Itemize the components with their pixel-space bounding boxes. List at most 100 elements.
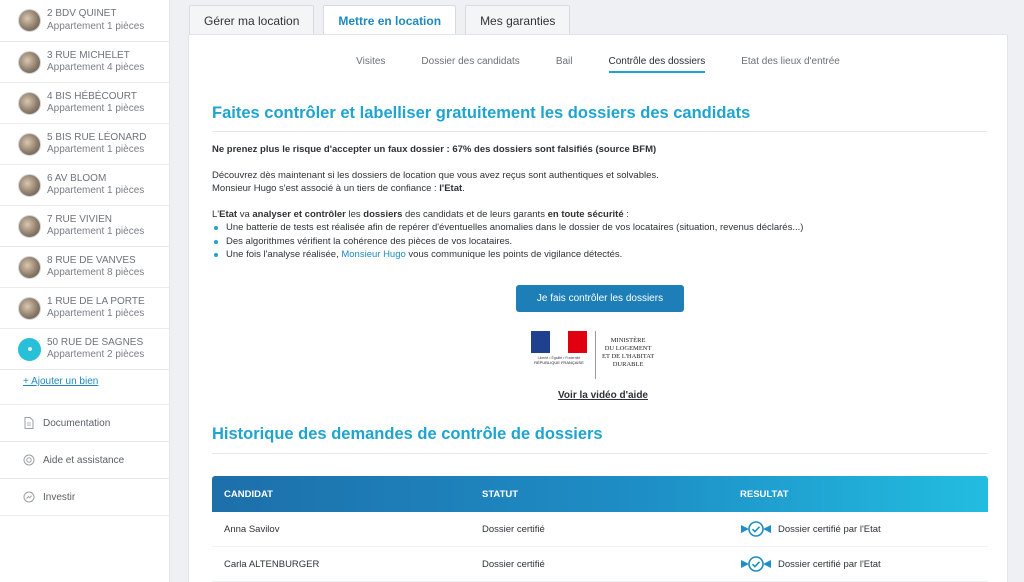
warning-text: Ne prenez plus le risque d'accepter un f… <box>212 144 657 155</box>
property-type: Appartement 8 pièces <box>47 267 145 278</box>
property-name: 5 BIS RUE LÉONARD <box>47 131 147 143</box>
property-type: Appartement 4 pièces <box>47 62 145 73</box>
documentation-link[interactable]: Documentation <box>0 405 169 442</box>
property-item[interactable]: 5 BIS RUE LÉONARD Appartement 1 pièces <box>0 124 169 165</box>
property-avatar <box>18 173 41 197</box>
intro-text: Découvrez dès maintenant si les dossiers… <box>212 169 659 181</box>
property-text: 1 RUE DE LA PORTE Appartement 1 pièces <box>47 296 145 321</box>
property-avatar <box>18 255 41 279</box>
result-cell: Dossier certifié par l'Etat <box>728 521 988 537</box>
title-divider <box>212 131 987 132</box>
property-name: 3 RUE MICHELET <box>47 49 130 61</box>
ministry-logo: Liberté • Égalité • Fraternité RÉPUBLIQU… <box>529 331 674 383</box>
property-text: 4 BIS HÉBÉCOURT Appartement 1 pièces <box>47 91 144 116</box>
property-text: 3 RUE MICHELET Appartement 4 pièces <box>47 50 144 75</box>
etat-text: L'Etat va analyser et contrôler les doss… <box>212 208 629 220</box>
invest-link[interactable]: Investir <box>0 479 169 516</box>
property-name: 50 RUE DE SAGNES <box>47 336 144 348</box>
document-icon <box>23 417 35 429</box>
status-text: Dossier certifié <box>482 558 545 570</box>
subnav-controle-dossiers[interactable]: Contrôle des dossiers <box>608 56 706 73</box>
subnav-etat-des-lieux[interactable]: Etat des lieux d'entrée <box>741 56 840 73</box>
table-row[interactable]: Carla ALTENBURGER Dossier certifié Dossi… <box>212 547 988 582</box>
add-property-link[interactable]: + Ajouter un bien <box>0 370 169 405</box>
main-tabs: Gérer ma location Mettre en location Mes… <box>189 5 579 36</box>
property-name: 4 BIS HÉBÉCOURT <box>47 90 137 102</box>
property-name: 2 BDV QUINET <box>47 8 117 19</box>
history-divider <box>212 453 987 454</box>
table-header: CANDIDAT STATUT RESULTAT <box>212 476 988 512</box>
ministry-name: MINISTÈRE DU LOGEMENT ET DE L'HABITAT DU… <box>602 337 655 368</box>
property-type: Appartement 2 pièces <box>47 349 145 360</box>
table-row[interactable]: Anna Savilov Dossier certifié Dossier ce… <box>212 512 988 547</box>
property-avatar <box>18 296 41 320</box>
property-avatar <box>18 9 41 32</box>
property-type: Appartement 1 pièces <box>47 20 145 32</box>
property-name: 1 RUE DE LA PORTE <box>47 295 145 307</box>
lifebuoy-icon <box>23 454 35 466</box>
description: Ne prenez plus le risque d'accepter un f… <box>212 143 992 262</box>
help-link[interactable]: Aide et assistance <box>0 442 169 479</box>
invest-label: Investir <box>43 491 76 503</box>
help-label: Aide et assistance <box>43 454 125 466</box>
column-header-candidat: CANDIDAT <box>224 488 273 500</box>
candidate-name: Anna Savilov <box>224 523 280 535</box>
property-text: 50 RUE DE SAGNES Appartement 2 pièces <box>47 337 144 362</box>
result-text: Dossier certifié par l'Etat <box>778 558 881 570</box>
result-text: Dossier certifié par l'Etat <box>778 523 881 535</box>
property-item[interactable]: 6 AV BLOOM Appartement 1 pièces <box>0 165 169 206</box>
sub-navigation: Visites Dossier des candidats Bail Contr… <box>189 56 1007 73</box>
property-item[interactable]: 7 RUE VIVIEN Appartement 1 pièces <box>0 206 169 247</box>
property-type: Appartement 1 pièces <box>47 144 145 155</box>
feature-list: Une batterie de tests est réalisée afin … <box>212 221 992 262</box>
main-panel: Visites Dossier des candidats Bail Contr… <box>188 34 1008 582</box>
property-item[interactable]: 3 RUE MICHELET Appartement 4 pièces <box>0 42 169 83</box>
property-avatar <box>18 214 41 238</box>
tab-mettre-en-location[interactable]: Mettre en location <box>323 5 457 36</box>
property-text: 2 BDV QUINET Appartement 1 pièces <box>47 8 144 33</box>
property-avatar <box>18 91 41 115</box>
certified-badge-icon <box>741 521 771 537</box>
candidate-name: Carla ALTENBURGER <box>224 558 320 570</box>
feature-item: Une batterie de tests est réalisée afin … <box>212 221 992 235</box>
property-item[interactable]: 50 RUE DE SAGNES Appartement 2 pièces <box>0 329 169 370</box>
property-text: 7 RUE VIVIEN Appartement 1 pièces <box>47 214 144 239</box>
control-dossiers-button[interactable]: Je fais contrôler les dossiers <box>516 285 684 312</box>
tab-garanties[interactable]: Mes garanties <box>465 5 571 35</box>
property-item[interactable]: 8 RUE DE VANVES Appartement 8 pièces <box>0 247 169 288</box>
history-title: Historique des demandes de contrôle de d… <box>212 425 603 443</box>
certified-badge-icon <box>741 556 771 572</box>
property-type: Appartement 1 pièces <box>47 308 145 319</box>
tab-gerer[interactable]: Gérer ma location <box>189 5 315 35</box>
documentation-label: Documentation <box>43 417 111 429</box>
invest-icon <box>23 491 35 503</box>
marianne-logo: Liberté • Égalité • Fraternité RÉPUBLIQU… <box>529 331 589 379</box>
property-text: 5 BIS RUE LÉONARD Appartement 1 pièces <box>47 132 146 157</box>
feature-item: Une fois l'analyse réalisée, Monsieur Hu… <box>212 248 992 262</box>
column-header-resultat: RESULTAT <box>740 488 789 500</box>
help-video-link[interactable]: Voir la vidéo d'aide <box>558 390 648 401</box>
property-name: 8 RUE DE VANVES <box>47 254 136 266</box>
property-avatar <box>18 337 41 361</box>
property-item[interactable]: 2 BDV QUINET Appartement 1 pièces <box>0 0 169 42</box>
feature-item: Des algorithmes vérifient la cohérence d… <box>212 235 992 249</box>
property-type: Appartement 1 pièces <box>47 103 145 114</box>
subnav-visites[interactable]: Visites <box>356 56 385 73</box>
property-text: 8 RUE DE VANVES Appartement 8 pièces <box>47 255 144 280</box>
property-name: 6 AV BLOOM <box>47 172 107 184</box>
property-item[interactable]: 1 RUE DE LA PORTE Appartement 1 pièces <box>0 288 169 329</box>
status-text: Dossier certifié <box>482 523 545 535</box>
property-type: Appartement 1 pièces <box>47 185 145 196</box>
page-title: Faites contrôler et labelliser gratuitem… <box>212 104 751 122</box>
column-header-statut: STATUT <box>482 488 519 500</box>
property-avatar <box>18 132 41 156</box>
property-list: 2 BDV QUINET Appartement 1 pièces 3 RUE MI… <box>0 0 169 370</box>
trust-text: Monsieur Hugo s'est associé à un tiers d… <box>212 183 465 194</box>
property-avatar <box>18 50 41 74</box>
result-cell: Dossier certifié par l'Etat <box>728 556 988 572</box>
subnav-bail[interactable]: Bail <box>556 56 573 73</box>
property-type: Appartement 1 pièces <box>47 226 145 237</box>
history-table: CANDIDAT STATUT RESULTAT Anna Savilov Do… <box>212 476 988 582</box>
subnav-dossier-candidats[interactable]: Dossier des candidats <box>421 56 519 73</box>
property-item[interactable]: 4 BIS HÉBÉCOURT Appartement 1 pièces <box>0 83 169 124</box>
